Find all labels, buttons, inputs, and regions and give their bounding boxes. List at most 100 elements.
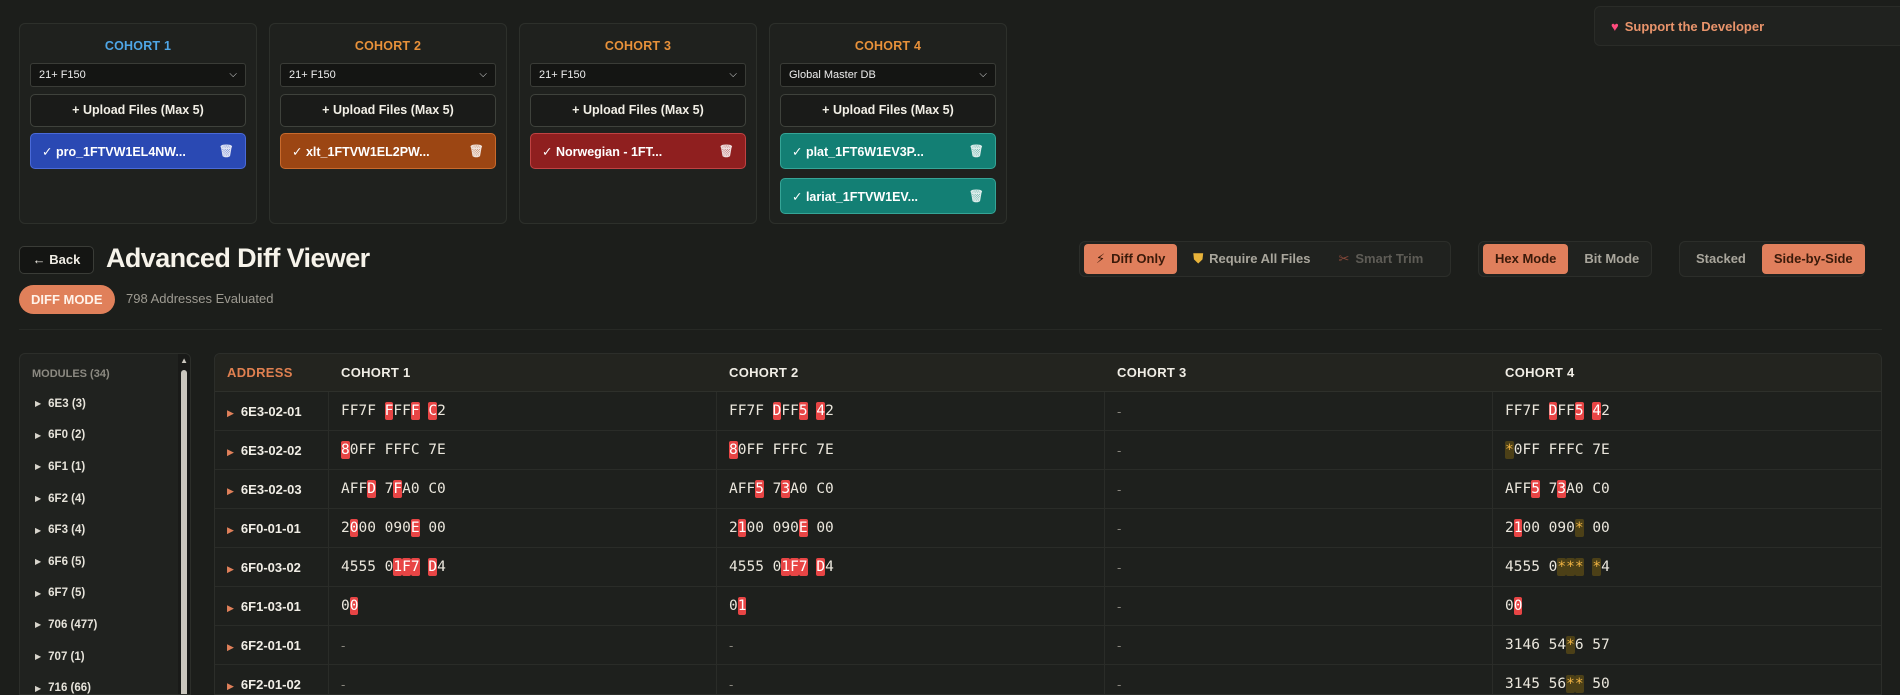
- table-row[interactable]: ▶ 6F2-01-02- - -3145 56** 50: [215, 665, 1881, 694]
- require-all-files-toggle[interactable]: ⛊ Require All Files: [1181, 244, 1322, 274]
- table-row[interactable]: ▶ 6E3-02-03 AFFD 7FA0 C0 AFF5 73A0 C0- AFF5 …: [215, 470, 1881, 509]
- expand-caret-icon[interactable]: ▶: [227, 408, 234, 418]
- address-cell[interactable]: ▶ 6E3-02-03: [215, 470, 329, 509]
- expand-caret-icon[interactable]: ▶: [227, 681, 234, 691]
- header-cohort-3: COHORT 3: [1117, 365, 1187, 380]
- table-row[interactable]: ▶ 6F1-03-01 00 01-00: [215, 587, 1881, 626]
- diff-nibble: 7: [798, 558, 808, 576]
- module-item[interactable]: ▶ 6F6 (5): [20, 546, 190, 578]
- diff-nibble: D: [428, 558, 438, 576]
- expand-caret-icon[interactable]: ▶: [227, 564, 234, 574]
- address-cell[interactable]: ▶ 6E3-02-02: [215, 431, 329, 470]
- upload-files-button[interactable]: + Upload Files (Max 5): [280, 94, 496, 127]
- bit-mode-button[interactable]: Bit Mode: [1572, 244, 1651, 274]
- upload-files-button[interactable]: + Upload Files (Max 5): [780, 94, 996, 127]
- table-row[interactable]: ▶ 6F0-03-02 4555 01F7 D4 4555 01F7 D4-4555 …: [215, 548, 1881, 587]
- header-divider: [19, 329, 1882, 330]
- module-label: 716 (66): [48, 682, 91, 695]
- support-developer-button[interactable]: ♥ Support the Developer: [1594, 6, 1900, 46]
- header-cohort-2: COHORT 2: [729, 365, 799, 380]
- address-cell[interactable]: ▶ 6E3-02-01: [215, 392, 329, 431]
- back-button[interactable]: ← Back: [19, 246, 94, 274]
- module-item[interactable]: ▶ 6F2 (4): [20, 483, 190, 515]
- module-item[interactable]: ▶ 6F7 (5): [20, 578, 190, 610]
- smart-trim-toggle[interactable]: ✂ Smart Trim: [1326, 244, 1435, 274]
- cohort-source-select[interactable]: 21+ F150 ⌵: [30, 63, 246, 87]
- address-cell[interactable]: ▶ 6F2-01-01: [215, 626, 329, 665]
- wildcard-nibble: *: [1574, 675, 1584, 693]
- module-item[interactable]: ▶ 707 (1): [20, 641, 190, 673]
- cohort-3-value: -: [1105, 587, 1493, 626]
- module-item[interactable]: ▶ 6F3 (4): [20, 514, 190, 546]
- diff-nibble: 8: [729, 441, 738, 459]
- cohort-source-select[interactable]: 21+ F150 ⌵: [280, 63, 496, 87]
- stacked-button[interactable]: Stacked: [1684, 244, 1758, 274]
- diff-nibble: E: [410, 519, 420, 537]
- expand-caret-icon[interactable]: ▶: [227, 447, 234, 457]
- expand-caret-icon[interactable]: ▶: [227, 486, 234, 496]
- cohort-3-value: -: [1105, 548, 1493, 587]
- address-cell[interactable]: ▶ 6F2-01-02: [215, 665, 329, 694]
- address-label: 6F2-01-02: [240, 677, 301, 692]
- scroll-thumb[interactable]: [181, 370, 187, 694]
- diff-nibble: 3: [1557, 480, 1567, 498]
- table-row[interactable]: ▶ 6E3-02-02 80FF FFFC 7E 80FF FFFC 7E - *0FF …: [215, 431, 1881, 470]
- caret-right-icon: ▶: [35, 399, 42, 409]
- trash-icon[interactable]: 🗑: [469, 144, 484, 158]
- table-row[interactable]: ▶ 6F0-01-01 2000 090E 00 2100 090E 00-2100 …: [215, 509, 1881, 548]
- cohort-title: COHORT 1: [104, 39, 172, 53]
- file-name: ✓ lariat_1FTVW1EV...: [792, 189, 919, 204]
- table-row[interactable]: ▶ 6E3-02-01 FF7F FFFF C2 FF7F DFF5 42- FF7F …: [215, 392, 1881, 431]
- expand-caret-icon[interactable]: ▶: [227, 642, 234, 652]
- file-chip[interactable]: ✓ lariat_1FTVW1EV... 🗑: [780, 178, 996, 214]
- file-name: ✓ xlt_1FTVW1EL2PW...: [292, 144, 430, 159]
- trash-icon[interactable]: 🗑: [969, 144, 984, 158]
- trash-icon[interactable]: 🗑: [969, 189, 984, 203]
- trash-icon[interactable]: 🗑: [219, 144, 234, 158]
- expand-caret-icon[interactable]: ▶: [227, 603, 234, 613]
- header-cohort-1: COHORT 1: [341, 365, 411, 380]
- select-value: 21+ F150: [39, 69, 86, 81]
- module-item[interactable]: ▶ 6F1 (1): [20, 451, 190, 483]
- address-cell[interactable]: ▶ 6F0-01-01: [215, 509, 329, 548]
- expand-caret-icon[interactable]: ▶: [227, 525, 234, 535]
- cohort-source-select[interactable]: Global Master DB ⌵: [780, 63, 996, 87]
- cohort-1-value: FF7F FFFF C2: [329, 392, 717, 431]
- upload-files-button[interactable]: + Upload Files (Max 5): [530, 94, 746, 127]
- caret-right-icon: ▶: [35, 430, 42, 440]
- file-chip[interactable]: ✓ xlt_1FTVW1EL2PW... 🗑: [280, 133, 496, 169]
- diff-nibble: D: [816, 558, 826, 576]
- scroll-up-icon[interactable]: ▲: [180, 356, 188, 365]
- cohort-source-select[interactable]: 21+ F150 ⌵: [530, 63, 746, 87]
- module-label: 6F6 (5): [48, 555, 86, 568]
- select-value: 21+ F150: [539, 69, 586, 81]
- address-cell[interactable]: ▶ 6F0-03-02: [215, 548, 329, 587]
- cohort-2-value: 80FF FFFC 7E: [717, 431, 1105, 470]
- diff-nibble: 0: [1513, 597, 1523, 615]
- module-label: 6E3 (3): [48, 397, 86, 410]
- table-row[interactable]: ▶ 6F2-01-01- - -3146 54*6 57: [215, 626, 1881, 665]
- module-item[interactable]: ▶ 6E3 (3): [20, 388, 190, 420]
- file-chip[interactable]: ✓ plat_1FT6W1EV3P... 🗑: [780, 133, 996, 169]
- file-chip[interactable]: ✓ pro_1FTVW1EL4NW... 🗑: [30, 133, 246, 169]
- select-value: Global Master DB: [789, 69, 876, 81]
- caret-right-icon: ▶: [35, 620, 42, 630]
- hex-mode-button[interactable]: Hex Mode: [1483, 244, 1569, 274]
- address-cell[interactable]: ▶ 6F1-03-01: [215, 587, 329, 626]
- upload-files-button[interactable]: + Upload Files (Max 5): [30, 94, 246, 127]
- wildcard-nibble: *: [1566, 675, 1575, 693]
- sidebar-scrollbar[interactable]: ▲: [178, 354, 190, 694]
- cohort-1-value: -: [329, 626, 717, 665]
- side-by-side-button[interactable]: Side-by-Side: [1761, 244, 1865, 274]
- diff-only-toggle[interactable]: ⚡ Diff Only: [1084, 244, 1178, 274]
- module-item[interactable]: ▶ 6F0 (2): [20, 420, 190, 452]
- module-item[interactable]: ▶ 716 (66): [20, 672, 190, 695]
- chevron-down-icon: ⌵: [229, 69, 237, 80]
- file-chip[interactable]: ✓ Norwegian - 1FT... 🗑: [530, 133, 746, 169]
- cohort-3-value: -: [1105, 665, 1493, 694]
- trash-icon[interactable]: 🗑: [719, 144, 734, 158]
- table-body: ▶ 6E3-02-01 FF7F FFFF C2 FF7F DFF5 42- FF7F …: [215, 392, 1881, 694]
- page-title: Advanced Diff Viewer: [106, 243, 370, 273]
- module-list: ▶ 6E3 (3) ▶ 6F0 (2) ▶ 6F1 (1) ▶ 6F2 (4) ▶ 6F3 (4)…: [20, 388, 190, 695]
- module-item[interactable]: ▶ 706 (477): [20, 609, 190, 641]
